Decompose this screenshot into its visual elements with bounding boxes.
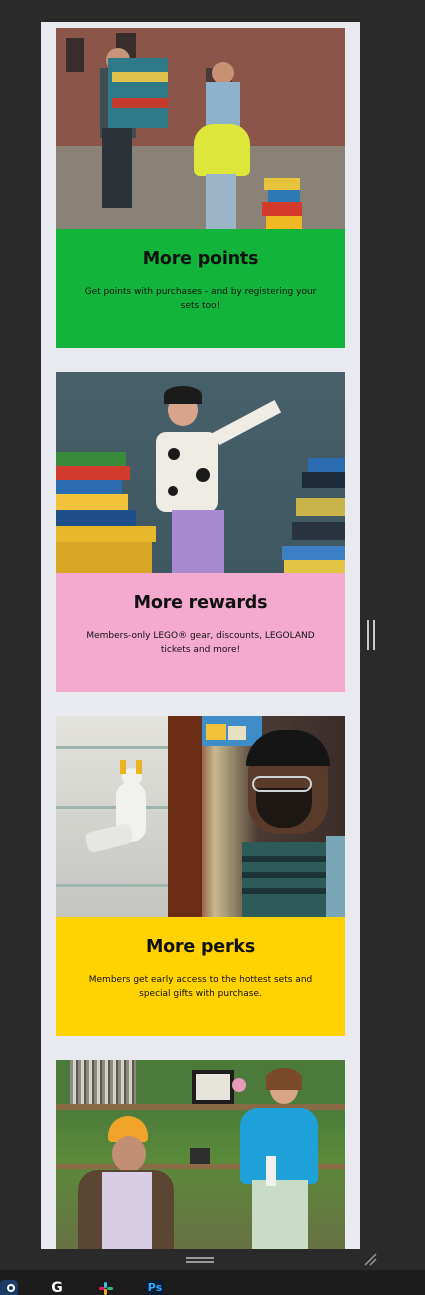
card-body: More rewards Members-only LEGO® gear, di… xyxy=(56,573,345,692)
card-more-points: More points Get points with purchases - … xyxy=(56,28,345,348)
photo-people-carrying-sets xyxy=(56,28,345,229)
photoshop-icon-label: Ps xyxy=(147,1281,163,1294)
drag-handle-icon[interactable] xyxy=(186,1257,214,1263)
card-more-perks: More perks Members get early access to t… xyxy=(56,716,345,1036)
content-viewport[interactable]: More points Get points with purchases - … xyxy=(41,22,360,1249)
card-description: Members-only LEGO® gear, discounts, LEGO… xyxy=(86,631,315,655)
card-more-rewards: More rewards Members-only LEGO® gear, di… xyxy=(56,372,345,692)
resize-grip-icon[interactable] xyxy=(363,1252,377,1266)
taskbar: G Ps xyxy=(0,1270,425,1295)
google-icon-label: G xyxy=(51,1280,63,1295)
steam-icon[interactable] xyxy=(0,1280,18,1295)
scrollbar-grip[interactable] xyxy=(367,620,375,650)
card-description: Get points with purchases - and by regis… xyxy=(84,287,317,311)
card-photo-partial xyxy=(56,1060,345,1249)
card-title: More perks xyxy=(145,937,256,957)
card-description: Members get early access to the hottest … xyxy=(88,975,313,999)
photo-man-looking-at-model xyxy=(56,716,345,917)
photoshop-icon[interactable]: Ps xyxy=(146,1280,164,1295)
card-body: More perks Members get early access to t… xyxy=(56,917,345,1036)
photo-family-living-room xyxy=(56,1060,345,1249)
slack-icon[interactable] xyxy=(97,1280,115,1295)
card-title: More points xyxy=(142,249,259,269)
photo-woman-dancing-with-sets xyxy=(56,372,345,573)
card-title: More rewards xyxy=(133,593,268,613)
card-body: More points Get points with purchases - … xyxy=(56,229,345,348)
google-icon[interactable]: G xyxy=(48,1280,66,1295)
